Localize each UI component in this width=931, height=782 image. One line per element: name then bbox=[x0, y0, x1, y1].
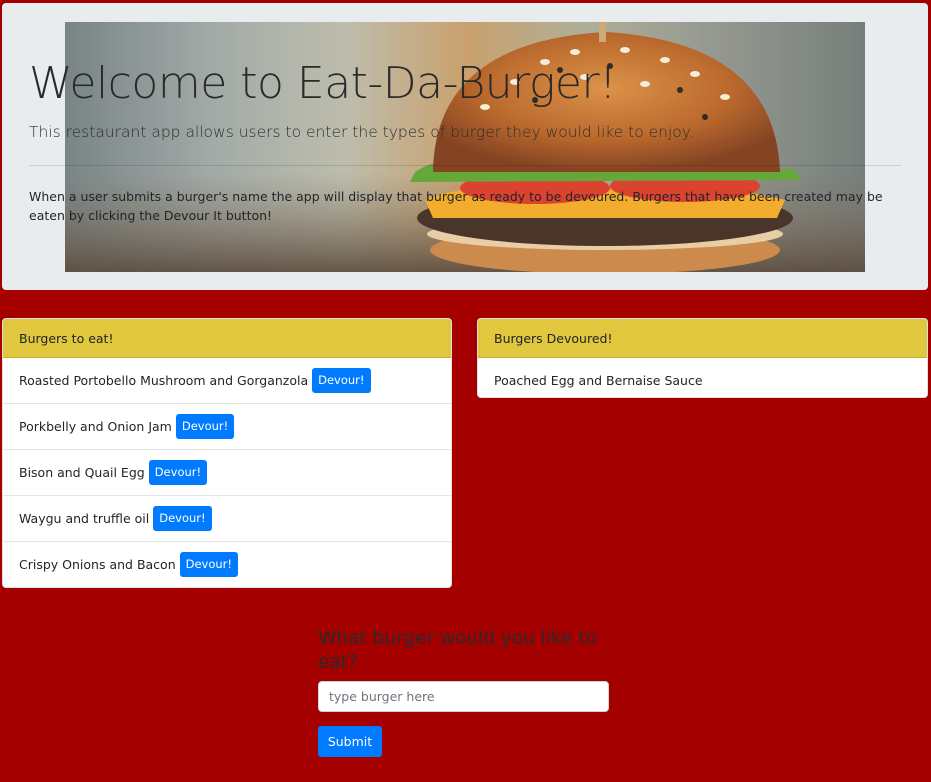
list-item: Bison and Quail Egg Devour! bbox=[3, 450, 451, 496]
burgers-to-eat-card: Burgers to eat! Roasted Portobello Mushr… bbox=[2, 318, 452, 588]
divider bbox=[29, 165, 901, 166]
burger-name: Waygu and truffle oil bbox=[19, 511, 150, 526]
burger-name: Poached Egg and Bernaise Sauce bbox=[494, 373, 703, 388]
devour-button[interactable]: Devour! bbox=[175, 414, 235, 439]
burgers-devoured-header: Burgers Devoured! bbox=[478, 319, 927, 358]
burgers-to-eat-header: Burgers to eat! bbox=[3, 319, 451, 358]
burger-name-input[interactable] bbox=[318, 681, 609, 712]
description-text: When a user submits a burger's name the … bbox=[29, 189, 883, 223]
devour-button[interactable]: Devour! bbox=[148, 460, 208, 485]
list-item: Porkbelly and Onion Jam Devour! bbox=[3, 404, 451, 450]
list-item: Crispy Onions and Bacon Devour! bbox=[3, 542, 451, 587]
burgers-devoured-card: Burgers Devoured! Poached Egg and Bernai… bbox=[477, 318, 928, 398]
list-item: Roasted Portobello Mushroom and Gorganzo… bbox=[3, 358, 451, 404]
form-title: What burger would you like to eat? bbox=[318, 628, 597, 673]
devour-button[interactable]: Devour! bbox=[312, 368, 371, 393]
list-item: Waygu and truffle oil Devour! bbox=[3, 496, 451, 542]
burger-name: Roasted Portobello Mushroom and Gorganzo… bbox=[19, 373, 309, 388]
page-title: Welcome to Eat-Da-Burger! bbox=[29, 58, 617, 109]
lead-text: This restaurant app allows users to ente… bbox=[29, 123, 694, 141]
submit-button[interactable]: Submit bbox=[318, 726, 382, 757]
devour-button[interactable]: Devour! bbox=[153, 506, 212, 531]
burger-name: Porkbelly and Onion Jam bbox=[19, 419, 172, 434]
devour-button[interactable]: Devour! bbox=[179, 552, 239, 577]
burger-name: Crispy Onions and Bacon bbox=[19, 557, 176, 572]
burger-name: Bison and Quail Egg bbox=[19, 465, 145, 480]
jumbotron: Welcome to Eat-Da-Burger! This restauran… bbox=[2, 3, 928, 290]
list-item: Poached Egg and Bernaise Sauce bbox=[478, 358, 927, 397]
